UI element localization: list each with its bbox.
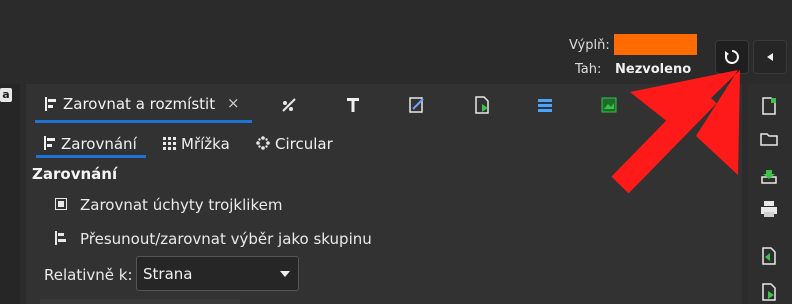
annotation-arrow-icon — [611, 70, 740, 194]
circular-icon — [256, 136, 270, 150]
tab-align-distribute[interactable]: Zarovnat a rozmístit — [63, 95, 215, 113]
text-icon[interactable] — [345, 97, 361, 113]
fill-label: Výplň: — [569, 38, 610, 53]
option-align-handles[interactable]: Zarovnat úchyty trojklikem — [80, 196, 282, 214]
tab-close-button[interactable]: × — [227, 94, 240, 112]
subtab-grid[interactable]: Mřížka — [181, 135, 230, 153]
collapse-button[interactable] — [753, 40, 787, 74]
option-move-as-group[interactable]: Přesunout/zarovnat výběr jako skupinu — [80, 230, 372, 248]
active-tab-underline — [35, 120, 252, 123]
open-folder-icon[interactable] — [760, 130, 778, 148]
edit-icon[interactable] — [408, 96, 426, 114]
left-marker-icon: a — [0, 88, 12, 102]
gradient-icon[interactable] — [281, 97, 297, 113]
fill-color-swatch[interactable] — [614, 34, 697, 55]
relative-to-label: Relativně k: — [44, 266, 133, 284]
print-icon[interactable] — [760, 200, 778, 218]
relative-to-value: Strana — [143, 264, 193, 283]
subtab-underline — [36, 155, 146, 158]
triangle-left-icon — [767, 53, 773, 61]
group-move-icon[interactable] — [55, 231, 67, 245]
relative-to-select[interactable]: Strana — [136, 256, 299, 291]
new-document-icon[interactable] — [760, 97, 778, 115]
rotate-refresh-button[interactable] — [715, 40, 749, 74]
layers-icon[interactable] — [537, 97, 553, 113]
next-row-hint — [40, 299, 240, 304]
export-icon[interactable] — [473, 96, 491, 114]
align-subtab-icon — [44, 136, 55, 150]
handle-toggle-icon[interactable] — [55, 198, 67, 210]
subtab-circular[interactable]: Circular — [275, 135, 333, 153]
right-toolbar — [748, 84, 792, 304]
import-icon[interactable] — [760, 247, 778, 265]
chevron-down-icon — [280, 271, 290, 277]
left-toolbar — [0, 84, 20, 304]
subtab-alignment[interactable]: Zarovnání — [61, 135, 137, 153]
save-icon[interactable] — [760, 167, 778, 185]
section-heading: Zarovnání — [32, 165, 118, 183]
export-document-icon[interactable] — [760, 283, 778, 301]
grid-icon — [163, 137, 176, 150]
rotate-icon — [724, 50, 739, 64]
stroke-label: Tah: — [575, 62, 602, 77]
align-tab-icon — [45, 96, 57, 111]
